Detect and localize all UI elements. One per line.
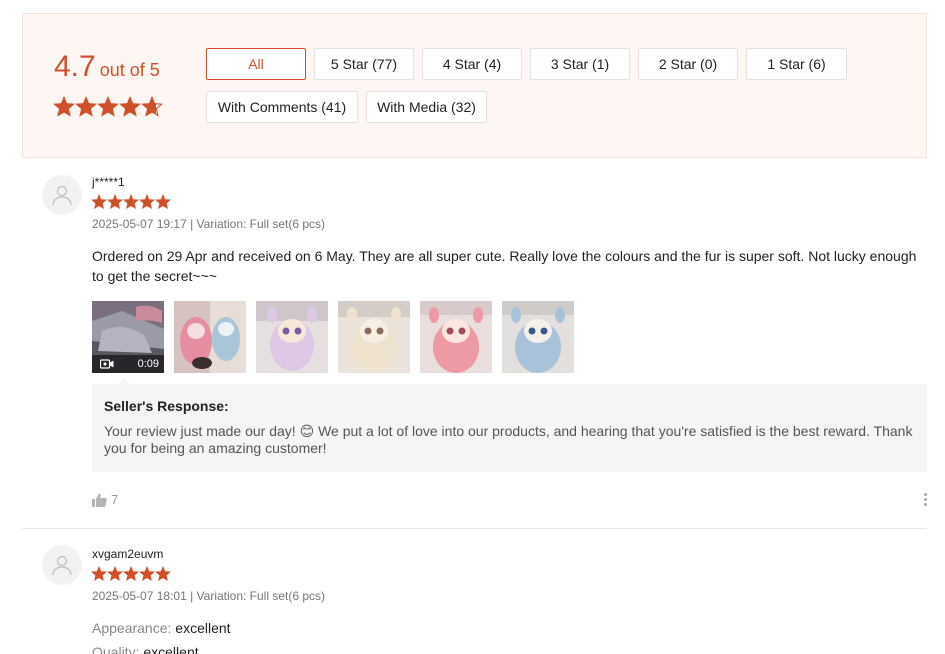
review-stars <box>91 566 171 582</box>
attribute-key: Appearance: <box>92 620 172 636</box>
filter-with-media-button[interactable]: With Media (32) <box>366 91 487 123</box>
seller-response-text: Your review just made our day! 😊 We put … <box>104 423 913 456</box>
thumbs-up-icon <box>92 493 107 507</box>
star-icon <box>155 566 171 581</box>
filter-1-star-button[interactable]: 1 Star (6) <box>746 48 847 80</box>
like-button[interactable]: 7 <box>92 492 118 507</box>
photo-thumbnail-image <box>174 301 246 373</box>
photo-thumbnail-image <box>338 301 410 373</box>
video-camera-icon <box>100 359 114 369</box>
filter-all-button[interactable]: All <box>206 48 306 80</box>
filter-5-star-button[interactable]: 5 Star (77) <box>314 48 414 80</box>
seller-response-notch <box>118 378 130 384</box>
star-icon <box>97 96 119 117</box>
star-icon <box>75 96 97 117</box>
filter-with-comments-button[interactable]: With Comments (41) <box>206 91 358 123</box>
star-icon <box>107 566 123 581</box>
review-photo-thumbnail[interactable] <box>256 301 328 373</box>
reviews-page: 4.7 out of 5 All 5 Star (77) 4 Star (4) 3… <box>0 0 945 654</box>
star-icon <box>139 566 155 581</box>
video-duration: 0:09 <box>137 358 159 370</box>
star-icon <box>123 194 139 209</box>
rating-stars <box>53 96 163 118</box>
attribute-key: Quality: <box>92 644 140 654</box>
filter-2-star-button[interactable]: 2 Star (0) <box>638 48 738 80</box>
review-photo-thumbnail[interactable] <box>174 301 246 373</box>
avatar <box>42 175 82 215</box>
user-icon <box>52 185 72 206</box>
review-meta: 2025-05-07 19:17 | Variation: Full set(6… <box>92 217 326 231</box>
star-icon <box>91 566 107 581</box>
filter-4-star-button[interactable]: 4 Star (4) <box>422 48 522 80</box>
review-video-thumbnail[interactable]: 0:09 <box>92 301 164 373</box>
rating-score-value: 4.7 <box>54 50 96 83</box>
like-count: 7 <box>111 492 119 507</box>
review-photo-thumbnail[interactable] <box>502 301 574 373</box>
review-item: xvgam2euvm 2025-05-07 18:01 | Variation:… <box>22 528 927 654</box>
filter-3-star-button[interactable]: 3 Star (1) <box>530 48 630 80</box>
star-icon <box>91 194 107 209</box>
review-attribute: Appearance: excellent <box>92 620 231 636</box>
avatar <box>42 545 82 585</box>
photo-thumbnail-image <box>256 301 328 373</box>
seller-response-title: Seller's Response: <box>104 398 229 414</box>
star-icon <box>107 194 123 209</box>
review-meta: 2025-05-07 18:01 | Variation: Full set(6… <box>92 589 326 603</box>
review-attribute: Quality: excellent <box>92 644 199 654</box>
star-icon <box>141 96 163 117</box>
seller-response: Seller's Response: Your review just made… <box>92 378 927 472</box>
review-stars <box>91 194 171 210</box>
star-icon <box>139 194 155 209</box>
review-media: 0:09 <box>92 301 574 373</box>
attribute-value: excellent <box>143 644 199 654</box>
photo-thumbnail-image <box>502 301 574 373</box>
review-item: j*****1 2025-05-07 19:17 | Variation: Fu… <box>22 158 927 529</box>
review-photo-thumbnail[interactable] <box>338 301 410 373</box>
rating-out-of: out of 5 <box>99 60 160 80</box>
star-icon <box>53 96 75 117</box>
user-icon <box>52 555 72 576</box>
star-icon <box>155 194 171 209</box>
photo-thumbnail-image <box>420 301 492 373</box>
attribute-value: excellent <box>175 620 231 636</box>
star-icon <box>123 566 139 581</box>
review-author: xvgam2euvm <box>92 547 164 561</box>
video-overlay: 0:09 <box>92 355 164 373</box>
review-photo-thumbnail[interactable] <box>420 301 492 373</box>
more-options-icon[interactable] <box>924 493 927 506</box>
rating-overview: 4.7 out of 5 All 5 Star (77) 4 Star (4) 3… <box>22 13 927 158</box>
rating-score: 4.7 out of 5 <box>54 52 160 82</box>
review-author: j*****1 <box>92 175 125 189</box>
review-text: Ordered on 29 Apr and received on 6 May.… <box>92 248 917 284</box>
star-icon <box>119 96 141 117</box>
